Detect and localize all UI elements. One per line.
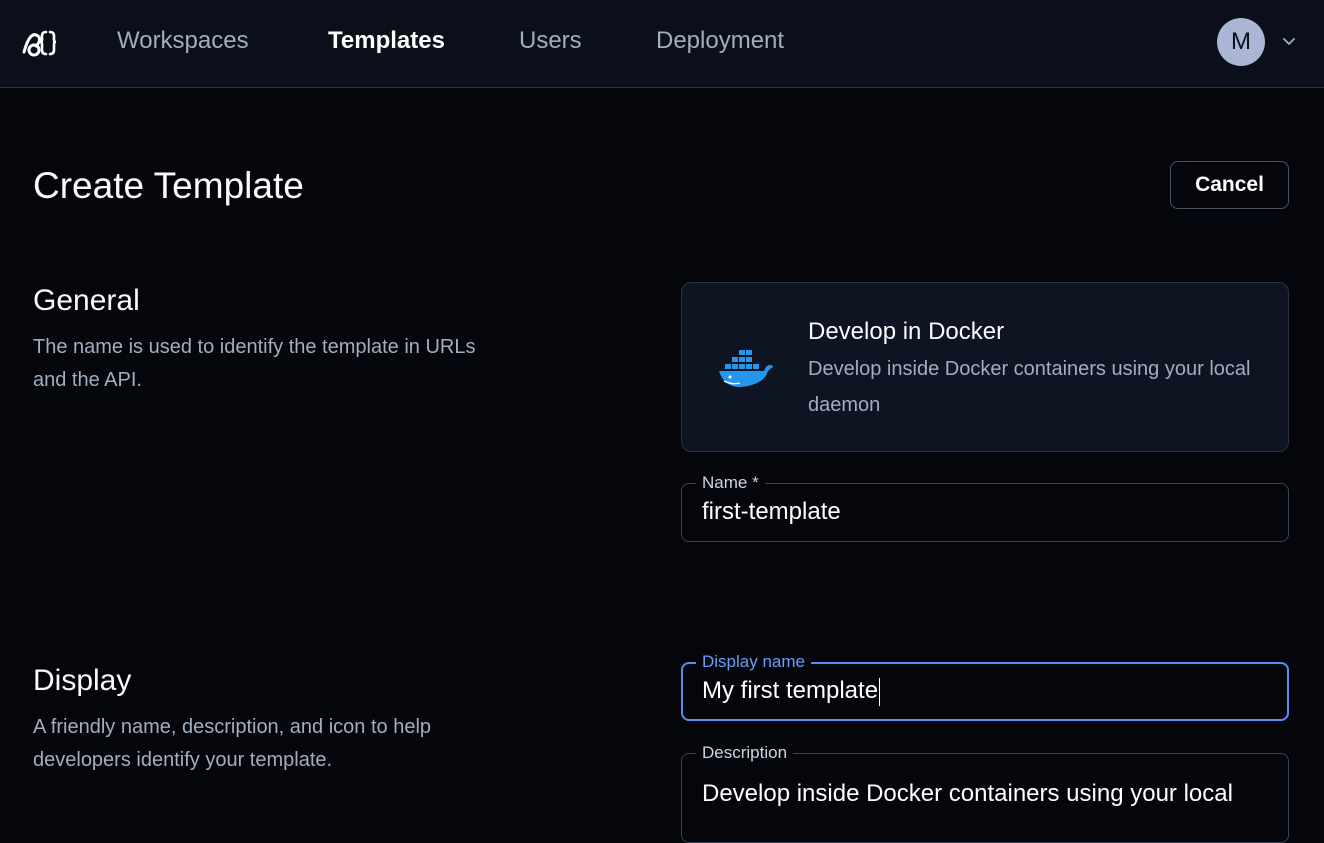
name-input[interactable]: first-template xyxy=(702,498,841,526)
display-name-field[interactable]: Display name My first template xyxy=(681,652,1289,721)
description-field[interactable]: Description Develop inside Docker contai… xyxy=(681,743,1289,843)
starter-title: Develop in Docker xyxy=(808,318,1005,345)
nav-templates[interactable]: Templates xyxy=(328,27,445,55)
display-name-value: My first template xyxy=(702,677,879,704)
name-field[interactable]: Name * first-template xyxy=(681,473,1289,542)
nav-workspaces[interactable]: Workspaces xyxy=(117,27,249,55)
display-section-description: A friendly name, description, and icon t… xyxy=(33,716,432,771)
nav-users[interactable]: Users xyxy=(519,27,582,55)
text-caret xyxy=(879,677,881,706)
display-section-title: Display xyxy=(33,664,132,697)
general-section-title: General xyxy=(33,284,140,317)
page-title: Create Template xyxy=(33,165,304,206)
starter-description: Develop inside Docker containers using y… xyxy=(808,358,1251,416)
docker-icon xyxy=(719,350,773,387)
name-field-label: Name * xyxy=(696,473,765,493)
starter-template-card[interactable]: Develop in Docker Develop inside Docker … xyxy=(681,282,1289,452)
nav-deployment[interactable]: Deployment xyxy=(656,27,784,55)
user-avatar[interactable]: M xyxy=(1217,18,1265,66)
coder-logo-icon[interactable] xyxy=(20,26,58,58)
top-navbar: Workspaces Templates Users Deployment M xyxy=(0,0,1324,88)
display-name-input[interactable]: My first template xyxy=(702,677,881,706)
description-field-label: Description xyxy=(696,743,794,763)
general-section-description: The name is used to identify the templat… xyxy=(33,336,476,391)
chevron-down-icon[interactable] xyxy=(1281,34,1297,50)
display-name-field-label: Display name xyxy=(696,652,811,672)
cancel-button[interactable]: Cancel xyxy=(1170,161,1289,209)
